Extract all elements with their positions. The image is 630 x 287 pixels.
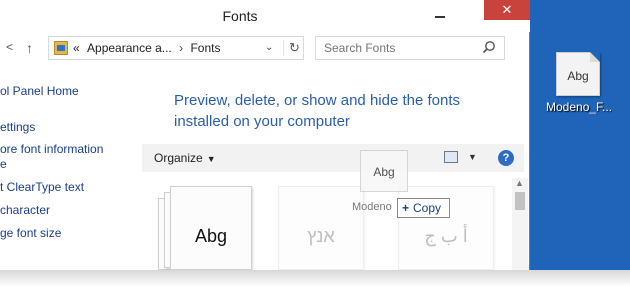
heading-line-1: Preview, delete, or show and hide the fo… [174,92,461,109]
scroll-up-icon[interactable]: ▲ [515,178,524,188]
refresh-icon[interactable]: ↻ [283,40,300,56]
search-box[interactable] [315,36,505,60]
nav-get-more-font-info[interactable]: ore font information [0,142,103,156]
font-file-icon: Abg [556,52,600,96]
desktop-font-file[interactable]: Abg Modeno_F... [546,52,612,122]
breadcrumb: « Appearance a... › Fonts [73,41,220,55]
drag-ghost-name: Modeno [352,201,392,213]
font-tile[interactable]: אנץ [278,186,374,270]
help-icon[interactable]: ? [498,150,514,166]
page-heading: Preview, delete, or show and hide the fo… [174,90,494,132]
nav-font-settings[interactable]: ettings [0,120,35,134]
desktop-background [530,0,630,287]
breadcrumb-item-fonts[interactable]: Fonts [190,41,220,55]
search-icon[interactable] [482,40,496,54]
title-bar[interactable]: Fonts ✕ [0,0,530,32]
organize-caret-icon: ▼ [206,154,216,164]
font-tile[interactable]: Abg [158,186,254,270]
control-panel-icon [54,41,68,55]
copy-label: Copy [413,201,442,215]
font-preview: أ ب ج [424,226,468,246]
nav-control-panel-home[interactable]: ol Panel Home [0,84,79,98]
search-input[interactable] [316,37,476,59]
nav-change-font-size[interactable]: ge font size [0,226,61,240]
address-bar[interactable]: « Appearance a... › Fonts ⌄ ↻ [48,36,304,60]
nav-adjust-cleartype[interactable]: t ClearType text [0,180,84,194]
drag-ghost-icon: Abg [360,150,408,192]
plus-icon: + [402,201,410,215]
up-arrow-icon[interactable]: ↑ [26,40,33,56]
close-button[interactable]: ✕ [484,0,530,20]
font-preview: Abg [194,226,228,246]
fonts-window: Fonts ✕ < ↑ « Appearance a... › Fonts ⌄ … [0,0,530,270]
change-view-icon[interactable] [444,151,458,163]
view-options-caret-icon[interactable]: ▼ [468,152,477,162]
vertical-scrollbar[interactable]: ▲ [512,178,528,270]
address-row: < ↑ « Appearance a... › Fonts ⌄ ↻ [0,36,530,62]
organize-label: Organize [154,151,203,165]
drag-ghost-glyph: Abg [373,165,395,179]
organize-button[interactable]: Organize ▼ [154,151,216,165]
heading-line-2: installed on your computer [174,113,350,130]
command-bar: Organize ▼ ▼ ? [142,144,524,172]
navigation-pane: ol Panel Home ettings ore font informati… [0,78,140,258]
breadcrumb-item-appearance[interactable]: Appearance a... [87,41,172,55]
breadcrumb-separator-icon[interactable]: › [179,41,183,55]
back-icon[interactable]: < [6,40,13,54]
window-title: Fonts [222,8,258,24]
nav-get-more-font-info-cont[interactable]: e [0,157,7,171]
scroll-thumb[interactable] [515,192,525,210]
window-shadow [0,270,630,287]
chevron-down-icon[interactable]: ⌄ [265,42,273,53]
nav-find-character[interactable]: character [0,203,50,217]
breadcrumb-overflow[interactable]: « [73,41,80,55]
font-file-glyph: Abg [567,69,589,83]
desktop-file-name: Modeno_F... [546,100,612,114]
minimize-button[interactable] [430,6,450,24]
font-preview: אנץ [307,226,335,246]
copy-tooltip: + Copy [397,198,451,218]
